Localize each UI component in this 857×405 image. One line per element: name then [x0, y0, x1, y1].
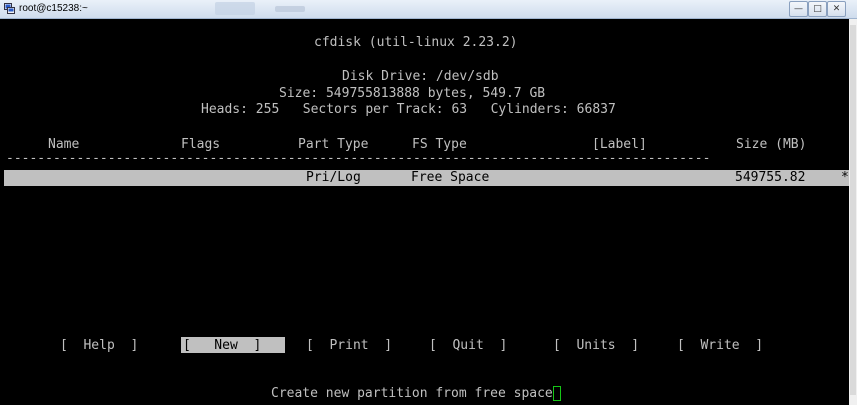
- text-cursor: [552, 386, 561, 401]
- blurred-region: [275, 6, 305, 12]
- partition-part-type: Pri/Log: [306, 170, 361, 185]
- menu-new-button[interactable]: [ New ]: [183, 337, 261, 354]
- menu-units-button[interactable]: [ Units ]: [553, 337, 639, 354]
- disk-size: Size: 549755813888 bytes, 549.7 GB: [279, 86, 546, 101]
- header-separator: ----------------------------------------…: [6, 151, 711, 166]
- menu-write-button[interactable]: [ Write ]: [677, 337, 763, 354]
- disk-geometry: Heads: 255 Sectors per Track: 63 Cylinde…: [201, 102, 616, 117]
- blurred-region: [215, 2, 255, 15]
- partition-fs-type: Free Space: [411, 170, 490, 185]
- menu-help-button[interactable]: [ Help ]: [60, 337, 138, 354]
- menu-print-button[interactable]: [ Print ]: [306, 337, 392, 354]
- status-line: Create new partition from free space: [271, 385, 561, 402]
- window-title: root@c15238:~: [19, 3, 88, 14]
- minimize-button[interactable]: —: [789, 1, 808, 17]
- maximize-button[interactable]: □: [808, 1, 827, 17]
- table-row[interactable]: Pri/Log Free Space 549755.82 *: [4, 170, 849, 186]
- app-title: cfdisk (util-linux 2.23.2): [314, 35, 518, 50]
- menu-quit-button[interactable]: [ Quit ]: [429, 337, 507, 354]
- title-bar[interactable]: root@c15238:~ — □ ✕: [0, 0, 857, 19]
- putty-icon: [4, 3, 15, 14]
- terminal-screen[interactable]: cfdisk (util-linux 2.23.2) Disk Drive: /…: [0, 19, 849, 405]
- status-text: Create new partition from free space: [271, 386, 553, 401]
- partition-marker: *: [841, 170, 849, 185]
- partition-size: 549755.82: [735, 170, 806, 185]
- close-button[interactable]: ✕: [827, 1, 846, 17]
- terminal-window: root@c15238:~ — □ ✕ cfdisk (util-linux 2…: [0, 0, 857, 405]
- scrollbar-thumb[interactable]: [850, 25, 856, 395]
- disk-drive: Disk Drive: /dev/sdb: [342, 69, 499, 84]
- scrollbar[interactable]: [849, 19, 857, 405]
